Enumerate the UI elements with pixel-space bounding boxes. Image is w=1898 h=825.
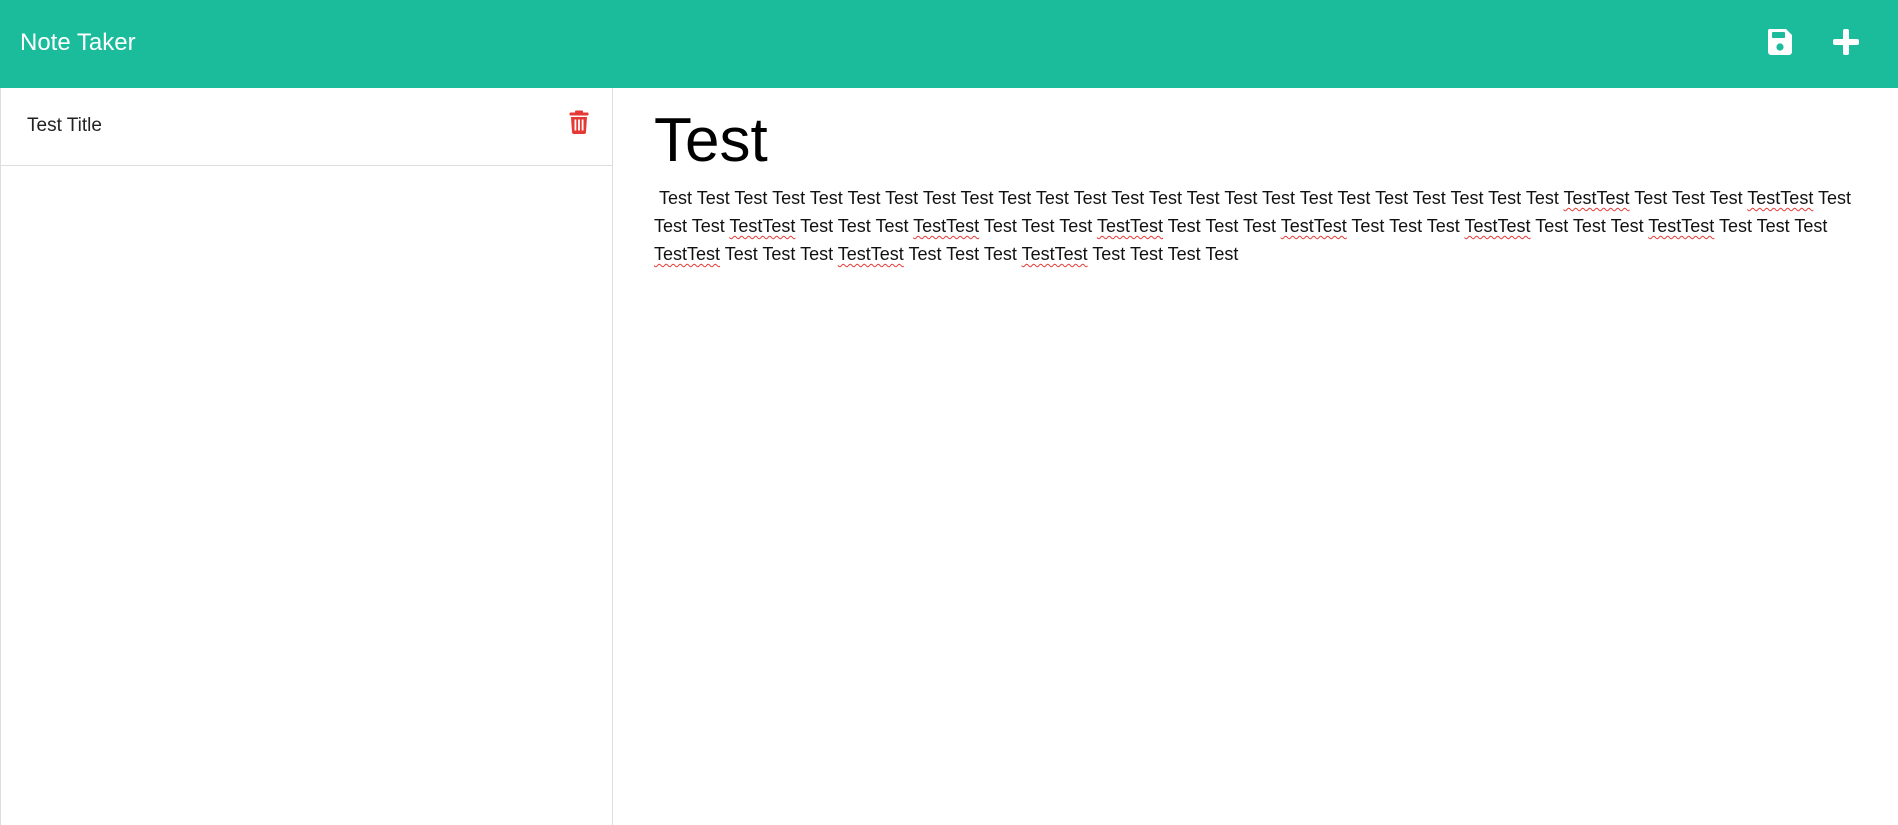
new-note-button[interactable] (1824, 22, 1868, 66)
save-note-button[interactable] (1758, 22, 1802, 66)
trash-icon (569, 110, 589, 139)
brand-title[interactable]: Note Taker (20, 27, 136, 59)
body-text-segment: Test Test Test (979, 216, 1097, 236)
body-text-segment: Test Test Test (1346, 216, 1465, 236)
misspelled-word: TestTest (1563, 188, 1630, 208)
body-text-segment: Test Test Test (720, 244, 838, 264)
body-text-segment: Test Test Test Test (1087, 244, 1239, 264)
navbar: Note Taker (0, 0, 1898, 88)
body-text-segment: Test Test Test (1530, 216, 1649, 236)
body-text-segment: Test Test Test (795, 216, 914, 236)
misspelled-word: TestTest (1464, 216, 1531, 236)
misspelled-word: TestTest (837, 244, 904, 264)
note-title-input[interactable]: Test (654, 102, 1874, 180)
body-text-segment: Test Test Test Test Test Test Test Test … (654, 188, 1564, 208)
note-list-item-title: Test Title (27, 115, 102, 136)
misspelled-word: TestTest (1280, 216, 1347, 236)
body-text-segment: Test Test Test (1714, 216, 1833, 236)
body-text-segment: Test Test Test (1629, 188, 1748, 208)
note-editor: Test Test Test Test Test Test Test Test … (614, 88, 1898, 825)
note-body-textarea[interactable]: Test Test Test Test Test Test Test Test … (654, 184, 1874, 784)
misspelled-word: TestTest (1096, 216, 1163, 236)
misspelled-word: TestTest (1747, 188, 1814, 208)
note-list-item[interactable]: Test Title (1, 88, 612, 166)
body-text-segment: Test Test Test (903, 244, 1022, 264)
delete-note-button[interactable] (567, 110, 591, 138)
floppy-disk-icon (1766, 28, 1794, 61)
misspelled-word: TestTest (729, 216, 796, 236)
misspelled-word: TestTest (654, 244, 721, 264)
misspelled-word: TestTest (1648, 216, 1715, 236)
notes-sidebar: Test Title (0, 88, 613, 825)
misspelled-word: TestTest (913, 216, 980, 236)
body-text-segment: Test Test Test (1162, 216, 1281, 236)
plus-icon (1832, 28, 1860, 61)
misspelled-word: TestTest (1021, 244, 1088, 264)
